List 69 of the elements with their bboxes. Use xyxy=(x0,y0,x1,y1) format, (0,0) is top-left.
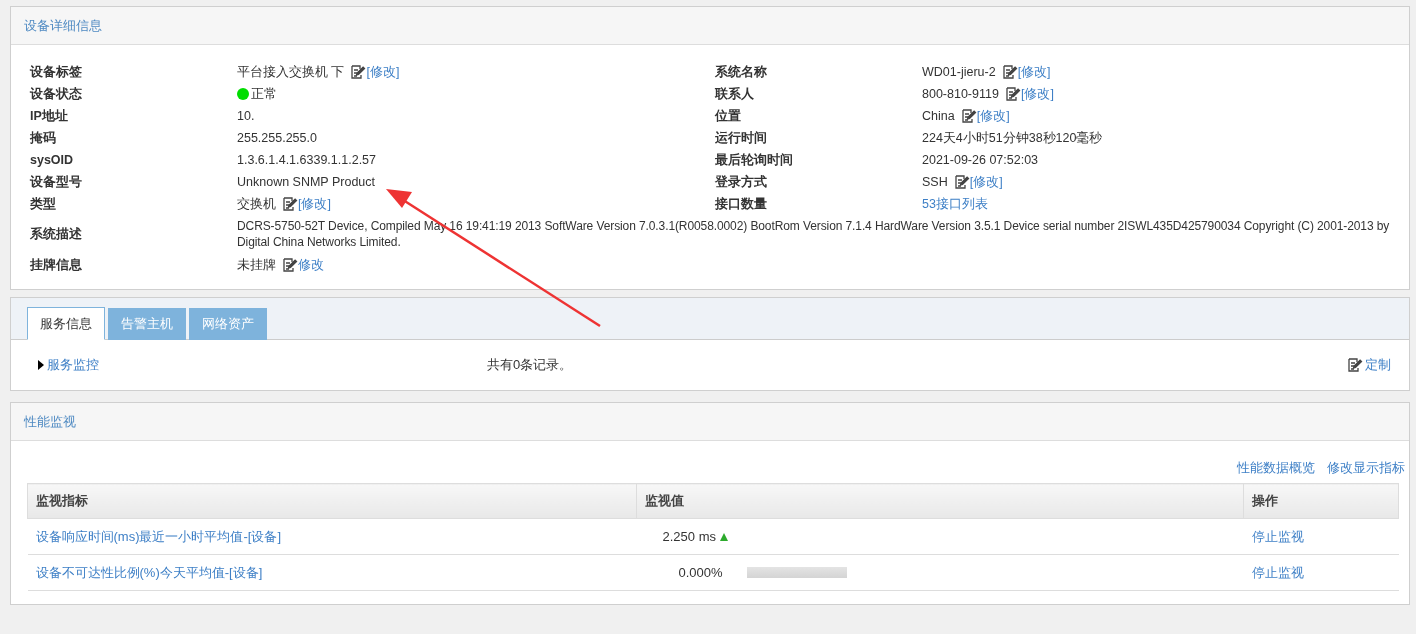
field-label: 挂牌信息 xyxy=(30,256,83,274)
edit-icon[interactable] xyxy=(350,64,367,80)
edit-link[interactable]: [修改] xyxy=(976,107,1010,125)
field-label: 位置 xyxy=(715,107,742,125)
edit-icon[interactable] xyxy=(953,174,970,190)
field-value: 224天4小时51分钟38秒120毫秒 xyxy=(922,129,1103,147)
edit-icon[interactable] xyxy=(1001,64,1018,80)
metric-link[interactable]: 设备响应时间(ms)最近一小时平均值-[设备] xyxy=(35,528,282,544)
header-link[interactable]: 修改显示指标 xyxy=(1327,459,1405,477)
metric-value: 2.250 ms xyxy=(662,529,716,544)
tab[interactable]: 告警主机 xyxy=(108,308,186,340)
field-label: 设备标签 xyxy=(30,63,83,81)
field-label: 联系人 xyxy=(715,85,755,103)
description-text: DCRS-5750-52T Device, Compiled May 16 19:41:19 2013 SoftWare Version 7.0.3.1(R0058.0002) BootRom Version 7.1.4 HardWare Version 3.5.1 Device serial number 2ISWL435D425790034 Copyright (C) 2001-2013 by Digital China Networks Limited. xyxy=(237,218,1391,251)
field-label: 运行时间 xyxy=(715,129,768,147)
field-value: 平台接入交换机 下 xyxy=(237,63,345,81)
field-label: 设备状态 xyxy=(30,85,83,103)
field-value: 800-810-9119 xyxy=(922,87,999,101)
field-value: 正常 xyxy=(251,85,277,103)
panel-title: 性能监视 xyxy=(24,412,76,431)
column-header: 监视指标 xyxy=(27,483,637,519)
field-label: 系统描述 xyxy=(30,226,83,243)
field-label: 设备型号 xyxy=(30,173,83,191)
field-label: 最后轮询时间 xyxy=(715,151,794,169)
collapsed-triangle-icon[interactable] xyxy=(37,360,45,370)
edit-link[interactable]: [修改] xyxy=(366,63,400,81)
edit-icon[interactable] xyxy=(1347,357,1363,373)
field-label: 系统名称 xyxy=(715,63,768,81)
edit-link[interactable]: [修改] xyxy=(969,173,1003,191)
edit-icon[interactable] xyxy=(960,108,977,124)
field-value: WD01-jieru-2 xyxy=(922,65,996,79)
edit-icon[interactable] xyxy=(282,196,298,212)
field-label: 类型 xyxy=(30,195,57,213)
field-value: SSH xyxy=(922,175,948,189)
edit-icon[interactable] xyxy=(1004,86,1021,102)
stop-monitor-link[interactable]: 停止监视 xyxy=(1251,564,1304,580)
edit-link[interactable]: [修改] xyxy=(1017,63,1051,81)
field-value: 10. xyxy=(237,109,255,123)
service-monitor-link[interactable]: 服务监控 xyxy=(47,356,99,374)
interface-count-link[interactable]: 53 xyxy=(922,197,936,211)
metric-link[interactable]: 设备不可达性比例(%)今天平均值-[设备] xyxy=(35,564,263,580)
column-header: 监视值 xyxy=(636,483,1244,519)
up-arrow-icon xyxy=(720,532,728,541)
tab[interactable]: 服务信息 xyxy=(27,307,105,340)
field-label: 掩码 xyxy=(30,129,57,147)
metric-value: 0.000% xyxy=(678,565,723,580)
edit-link[interactable]: [修改] xyxy=(1020,85,1054,103)
header-link[interactable]: 性能数据概览 xyxy=(1237,459,1315,477)
interface-list-link[interactable]: 接口列表 xyxy=(935,195,988,213)
record-count: 共有0条记录。 xyxy=(487,356,574,374)
stop-monitor-link[interactable]: 停止监视 xyxy=(1251,528,1304,544)
field-value: 2021-09-26 07:52:03 xyxy=(922,153,1039,167)
edit-icon[interactable] xyxy=(282,257,298,273)
panel-title: 设备详细信息 xyxy=(24,16,102,35)
field-value: 255.255.255.0 xyxy=(237,131,317,145)
field-label: sysOID xyxy=(30,152,75,169)
edit-link[interactable]: 修改 xyxy=(298,256,324,274)
edit-link[interactable]: [修改] xyxy=(298,195,331,213)
tab[interactable]: 网络资产 xyxy=(189,308,267,340)
field-value: 交换机 xyxy=(237,195,276,213)
customize-link[interactable]: 定制 xyxy=(1365,356,1391,374)
field-value: Unknown SNMP Product xyxy=(237,175,376,189)
field-value: 1.3.6.1.4.1.6339.1.1.2.57 xyxy=(237,153,376,167)
column-header: 操作 xyxy=(1243,483,1399,519)
field-label: 登录方式 xyxy=(715,173,768,191)
field-value: China xyxy=(922,109,955,123)
field-value: 未挂牌 xyxy=(237,256,276,274)
field-label: 接口数量 xyxy=(715,195,768,213)
field-label: IP地址 xyxy=(30,107,69,125)
